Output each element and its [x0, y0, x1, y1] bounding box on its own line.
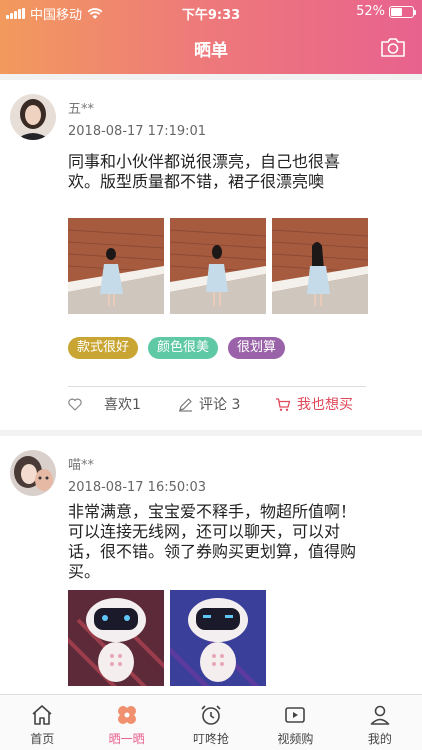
tab-profile[interactable]: 我的	[338, 695, 422, 750]
review-photo[interactable]	[170, 590, 266, 686]
review-feed[interactable]: 五** 2018-08-17 17:19:01 同事和小伙伴都说很漂亮，自己也很…	[0, 74, 422, 694]
comment-button[interactable]: 评论 3	[178, 394, 240, 414]
tab-label: 我的	[367, 732, 392, 746]
review-photo[interactable]	[170, 218, 266, 314]
tab-bar: 首页 晒一晒 叮咚抢 视频购 我的	[0, 694, 422, 750]
page-title: 晒单	[194, 41, 228, 61]
status-bar: 中国移动 下午9:33 52%	[0, 0, 422, 24]
tab-label: 晒一晒	[108, 732, 145, 746]
review-photo[interactable]	[68, 218, 164, 314]
camera-icon[interactable]	[380, 36, 406, 58]
like-count: 喜欢1	[104, 397, 141, 413]
tag-list: 款式很好 颜色很美 很划算	[68, 337, 286, 359]
review-text: 非常满意，宝宝爱不释手，物超所值啊！可以连接无线网，还可以聊天，可以对话，很不错…	[68, 502, 357, 581]
home-icon	[32, 705, 52, 725]
photo-grid	[68, 590, 266, 686]
want-to-buy-label: 我也想买	[297, 397, 353, 413]
user-icon	[370, 705, 390, 725]
username: 五**	[68, 102, 95, 117]
username: 喵**	[68, 458, 95, 473]
like-button[interactable]: 喜欢1	[68, 394, 141, 414]
tab-flash-sale[interactable]: 叮咚抢	[169, 695, 253, 750]
tab-video-shop[interactable]: 视频购	[253, 695, 337, 750]
post-date: 2018-08-17 16:50:03	[68, 480, 207, 495]
tag-chip: 款式很好	[68, 337, 139, 359]
tab-home[interactable]: 首页	[0, 695, 84, 750]
tab-share[interactable]: 晒一晒	[84, 695, 168, 750]
avatar[interactable]	[10, 450, 56, 496]
app-header: 中国移动 下午9:33 52% 晒单	[0, 0, 422, 74]
tab-label: 视频购	[277, 732, 314, 746]
post-date: 2018-08-17 17:19:01	[68, 124, 207, 139]
want-to-buy-button[interactable]: 我也想买	[275, 394, 353, 414]
tag-chip: 颜色很美	[148, 337, 219, 359]
comment-count: 评论 3	[199, 397, 241, 413]
tab-label: 首页	[30, 732, 55, 746]
review-text: 同事和小伙伴都说很漂亮，自己也很喜欢。版型质量都不错，裙子很漂亮噢	[68, 152, 341, 191]
shopping-cart-icon	[276, 397, 291, 411]
photo-grid	[68, 218, 368, 314]
flower-icon	[117, 706, 136, 724]
avatar[interactable]	[10, 94, 56, 140]
pencil-icon	[179, 397, 192, 412]
tab-label: 叮咚抢	[193, 732, 230, 746]
divider	[68, 386, 366, 387]
action-bar: 喜欢1 评论 3 我也想买	[68, 394, 358, 416]
video-icon	[285, 707, 306, 723]
battery-percent: 52%	[356, 4, 385, 19]
review-card: 喵** 2018-08-17 16:50:03 非常满意，宝宝爱不释手，物超所值…	[0, 436, 422, 694]
alarm-clock-icon	[201, 705, 221, 725]
tag-chip: 很划算	[228, 337, 286, 359]
review-photo[interactable]	[68, 590, 164, 686]
heart-icon	[68, 398, 82, 411]
review-card: 五** 2018-08-17 17:19:01 同事和小伙伴都说很漂亮，自己也很…	[0, 80, 422, 430]
battery-icon	[389, 5, 416, 18]
review-photo[interactable]	[272, 218, 368, 314]
